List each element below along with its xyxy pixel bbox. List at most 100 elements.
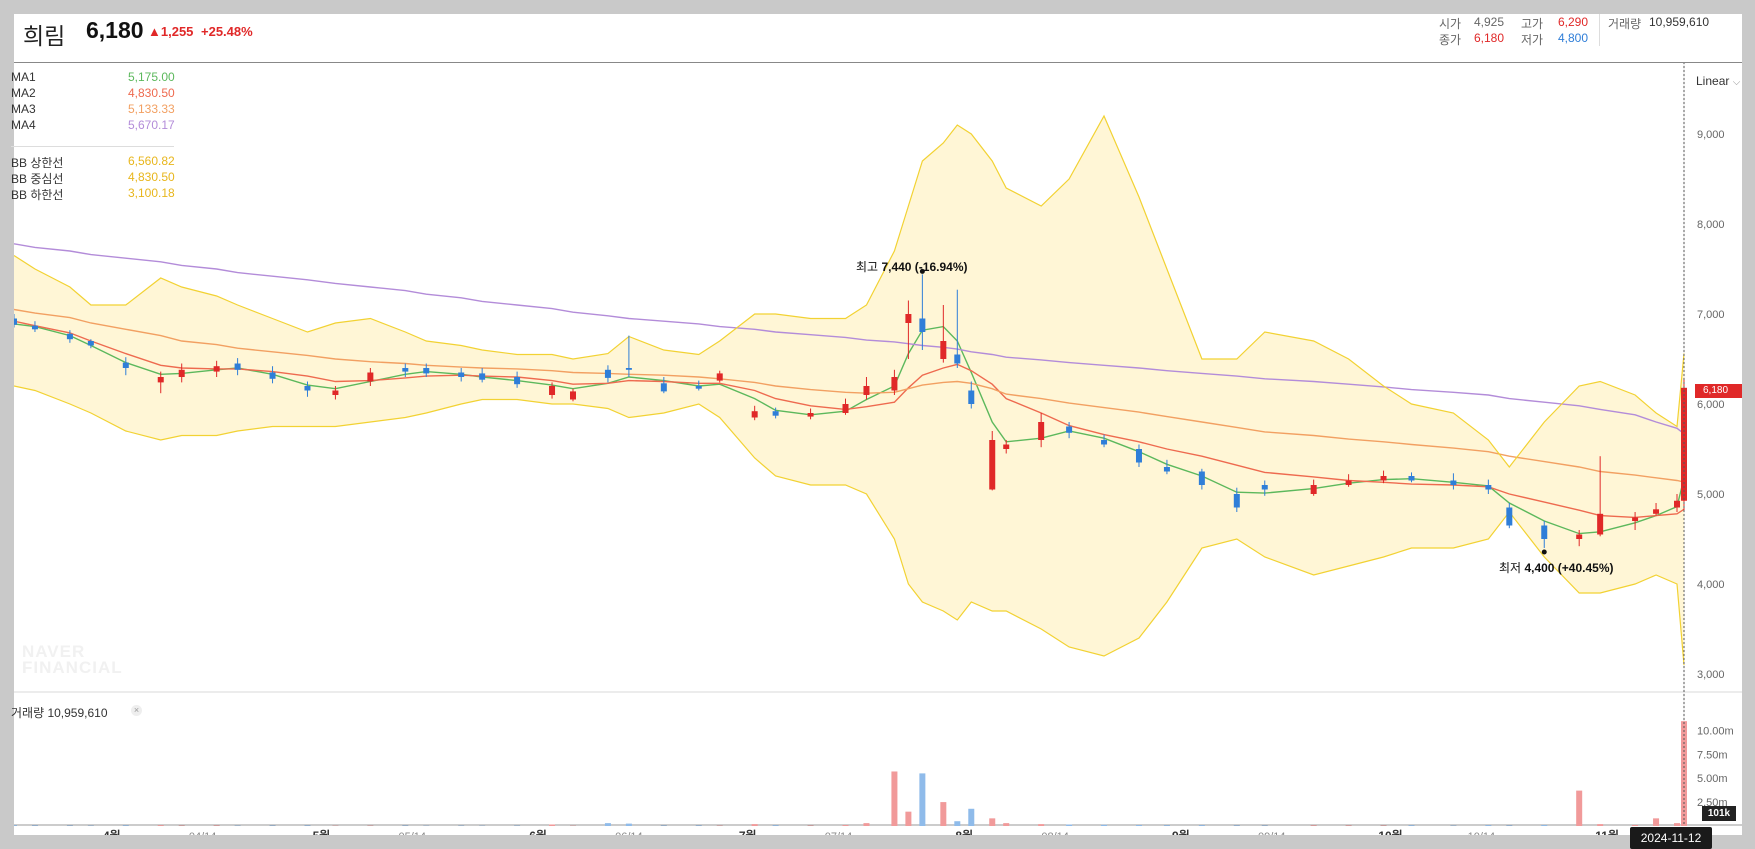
close-icon[interactable]: × xyxy=(131,705,142,716)
x-tick-label: 7월 xyxy=(739,828,757,835)
candle-body xyxy=(1541,526,1547,540)
volume-bar xyxy=(919,773,925,826)
high-label: 고가 xyxy=(1521,15,1543,32)
volume-bar xyxy=(1597,824,1603,826)
candle-body xyxy=(1003,445,1009,450)
price-change: ▲1,255 xyxy=(148,24,193,39)
volume-bar xyxy=(214,825,220,826)
candle-body xyxy=(332,391,338,396)
candle-body xyxy=(1485,485,1491,490)
x-tick-label: 04/14 xyxy=(189,831,217,835)
candle-body xyxy=(1506,508,1512,526)
volume-bar xyxy=(1576,791,1582,826)
legend-divider xyxy=(11,146,174,147)
x-tick-label: 5월 xyxy=(313,828,331,835)
candle-body xyxy=(773,411,779,416)
low-label: 저가 xyxy=(1521,31,1543,48)
candle-body xyxy=(367,373,373,382)
candle-body xyxy=(1262,485,1268,490)
volume-bar xyxy=(1038,824,1044,826)
volume-bar xyxy=(1003,823,1009,826)
candle-body xyxy=(423,368,429,373)
candle-body xyxy=(402,368,408,372)
candle-body xyxy=(843,404,849,413)
volume-axis-badge: 101k xyxy=(1702,806,1736,821)
price-tick-label: 9,000 xyxy=(1697,129,1725,141)
current-price-badge: 6,180 xyxy=(1695,384,1742,398)
candle-body xyxy=(1576,535,1582,540)
volume-bar xyxy=(1234,825,1240,826)
volume-bar xyxy=(863,823,869,826)
x-tick-label: 11월 xyxy=(1595,828,1619,835)
volume-tick-label: 7.50m xyxy=(1697,749,1728,761)
volume-bar xyxy=(773,825,779,826)
candle-body xyxy=(214,366,220,371)
volume-bar xyxy=(14,825,17,826)
candle-body xyxy=(67,334,73,339)
candle-body xyxy=(968,391,974,405)
candle-body xyxy=(940,341,946,359)
legend-bb-lower: BB 하한선 3,100.18 xyxy=(14,186,184,202)
x-tick-label: 10월 xyxy=(1378,828,1402,835)
price-tick-label: 3,000 xyxy=(1697,669,1725,681)
volume-bar xyxy=(954,821,960,826)
candle-body xyxy=(1381,476,1387,481)
candle-body xyxy=(1136,449,1142,463)
candle-body xyxy=(1199,472,1205,486)
candle-body xyxy=(752,411,758,417)
watermark-line-2: FINANCIAL xyxy=(22,658,123,677)
volume-bar xyxy=(1674,823,1680,826)
candle-body xyxy=(891,377,897,391)
candle-body xyxy=(919,319,925,333)
x-tick-label: 10/14 xyxy=(1468,831,1496,835)
x-tick-label: 09/14 xyxy=(1258,831,1286,835)
candle-body xyxy=(304,386,310,391)
candle-body xyxy=(1346,481,1352,486)
volume-tick-label: 10.00m xyxy=(1697,725,1734,737)
legend-ma3: MA3 5,133.33 xyxy=(14,102,184,118)
volume-bar xyxy=(1346,825,1352,826)
volume-bar xyxy=(1541,825,1547,826)
volume-value: 10,959,610 xyxy=(1649,15,1709,29)
candle-body xyxy=(1234,494,1240,508)
high-annotation: 최고 7,440 (-16.94%) xyxy=(856,258,968,275)
low-marker xyxy=(1542,550,1547,555)
x-tick-label: 08/14 xyxy=(1041,831,1069,835)
candle-body xyxy=(1674,501,1680,508)
low-annotation-label: 최저 xyxy=(1499,561,1521,575)
x-tick-label: 8월 xyxy=(955,828,973,835)
volume-bar xyxy=(940,802,946,826)
high-annotation-label: 최고 xyxy=(856,260,878,274)
candle-body xyxy=(1066,427,1072,433)
volume-bar xyxy=(1136,825,1142,826)
candle-body xyxy=(235,364,241,370)
volume-bar xyxy=(696,825,702,826)
volume-bar xyxy=(1632,825,1638,826)
header-divider xyxy=(1599,14,1600,46)
volume-bar xyxy=(843,825,849,826)
volume-bar xyxy=(123,825,129,826)
scale-toggle-button[interactable]: Linear ⌵ xyxy=(1696,74,1740,88)
stock-name: 희림 xyxy=(23,17,65,51)
price-change-percent: +25.48% xyxy=(201,24,253,39)
candle-body xyxy=(905,314,911,323)
legend-ma2: MA2 4,830.50 xyxy=(14,86,184,102)
crosshair-date-badge: 2024-11-12 xyxy=(1630,827,1712,849)
volume-bar xyxy=(905,812,911,826)
volume-bar xyxy=(989,818,995,826)
close-label: 종가 xyxy=(1439,31,1461,48)
chart-canvas[interactable]: 9,0008,0007,0006,0005,0004,0003,00010.00… xyxy=(14,14,1742,835)
candle-body xyxy=(458,373,464,378)
high-value: 6,290 xyxy=(1558,15,1588,29)
volume-bar xyxy=(1101,825,1107,826)
volume-bar xyxy=(158,825,164,826)
volume-bar xyxy=(1506,825,1512,826)
candle-body xyxy=(1101,440,1107,445)
volume-panel-label: 거래량 10,959,610 xyxy=(11,704,108,721)
stock-price: 6,180 xyxy=(86,17,144,44)
x-tick-label: 06/14 xyxy=(615,831,643,835)
candle-body xyxy=(1597,514,1603,535)
x-tick-label: 07/14 xyxy=(825,831,853,835)
x-tick-label: 05/14 xyxy=(399,831,427,835)
candle-body xyxy=(1311,485,1317,494)
